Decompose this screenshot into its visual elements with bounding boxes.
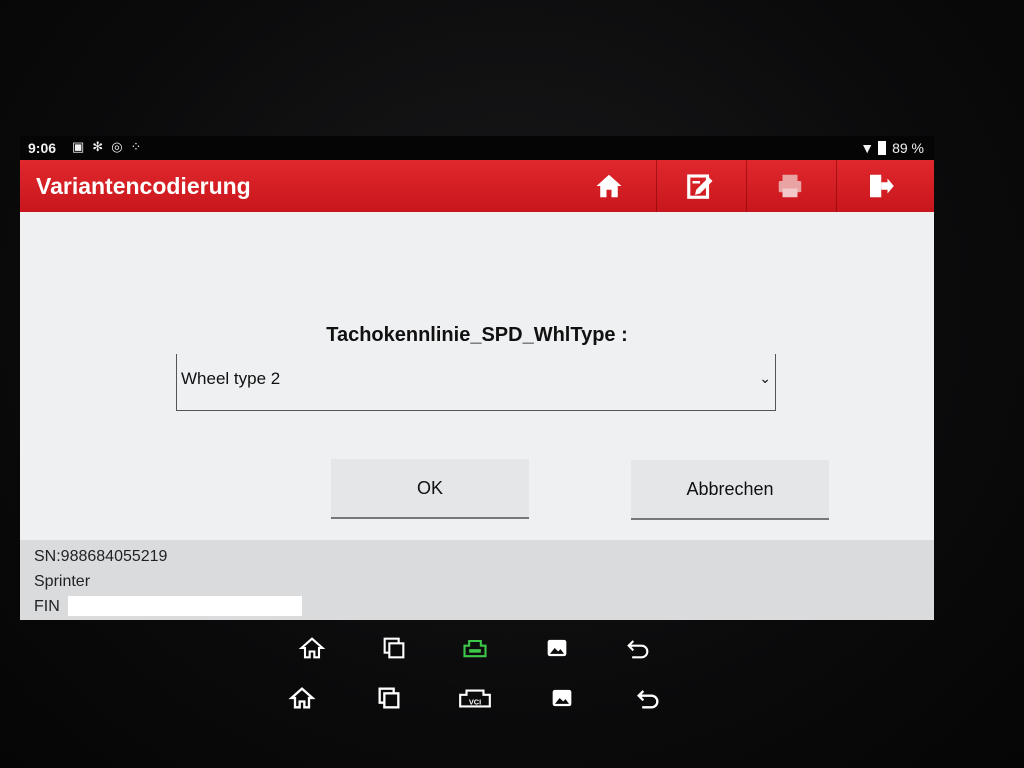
app-title-bar: Variantencodierung [20,160,934,212]
dots-notification-icon: ⁘ [130,139,142,154]
back-icon [637,690,659,709]
home-icon [298,637,326,659]
edit-icon [687,174,713,199]
print-button[interactable] [746,160,833,212]
sync-notification-icon: ◎ [111,139,123,154]
vci-label: VCI [469,697,481,706]
field-label: Tachokennlinie_SPD_WhlType : [326,324,628,346]
hw-gallery-button[interactable] [540,676,584,720]
nav-recents-button[interactable] [372,626,416,670]
hw-recents-button[interactable] [367,676,411,720]
status-bar: 9:06 ▣ ✻ ◎ ⁘ ▼ 89 % [20,136,934,160]
page-title: Variantencodierung [36,173,251,199]
exit-icon [870,174,894,198]
recents-icon [383,637,404,659]
device-hardware-buttons: VCI [280,676,670,720]
hw-home-button[interactable] [280,676,324,720]
fin-label: FIN [34,598,60,615]
exit-button[interactable] [836,160,923,212]
dialog-content: Tachokennlinie_SPD_WhlType : Wheel type … [20,212,934,540]
chevron-down-icon: ⌄ [759,370,771,386]
cancel-button[interactable]: Abbrechen [631,460,829,520]
edit-button[interactable] [656,160,743,212]
wheel-type-select[interactable]: Wheel type 2 ⌄ [176,354,776,411]
hw-back-button[interactable] [626,676,670,720]
status-time: 9:06 [28,140,57,156]
ok-button[interactable]: OK [331,459,529,519]
tablet-screen: 9:06 ▣ ✻ ◎ ⁘ ▼ 89 % Variantencodierung T… [20,136,934,620]
status-right: ▼ 89 % [860,140,924,156]
print-icon [778,174,802,198]
nav-gallery-button[interactable] [535,626,579,670]
image-notification-icon: ▣ [72,139,85,154]
vci-icon: VCI [459,689,491,708]
select-value: Wheel type 2 [181,369,281,388]
settings-notification-icon: ✻ [92,139,104,154]
fin-value-redacted [68,596,302,616]
android-nav-bar [290,626,660,670]
nav-back-button[interactable] [616,626,660,670]
battery-level: 89 % [892,140,924,156]
wifi-icon: ▼ [860,140,875,156]
battery-icon [878,141,887,155]
home-icon [288,687,316,709]
nav-vci-button[interactable] [453,626,497,670]
vci-icon [463,639,487,658]
nav-home-button[interactable] [290,626,334,670]
gallery-icon [547,639,566,657]
home-button[interactable] [566,160,652,212]
recents-icon [378,687,399,709]
vehicle-model: Sprinter [34,573,91,590]
gallery-icon [552,689,571,707]
vehicle-info: SN:988684055219 Sprinter FIN [20,540,934,620]
serial-number: SN:988684055219 [34,548,168,565]
hw-vci-button[interactable]: VCI [453,676,497,720]
back-icon [627,640,649,659]
home-icon [596,174,622,198]
notification-icons: ▣ ✻ ◎ ⁘ [72,139,141,155]
